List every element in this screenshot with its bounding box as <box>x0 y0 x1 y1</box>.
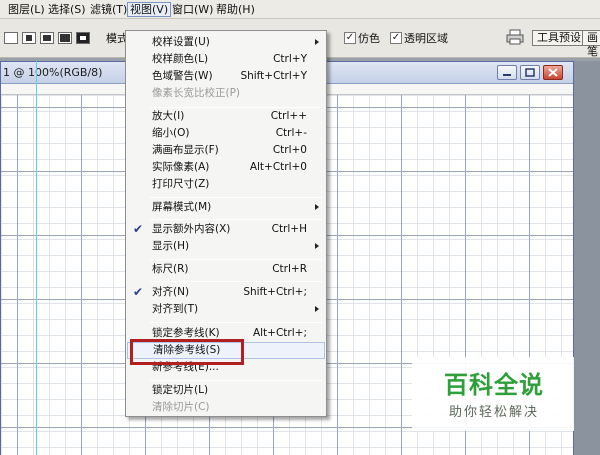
menu-item-label: 满画布显示(F) <box>152 144 219 156</box>
dither-label: 仿色 <box>358 32 380 45</box>
menu-item-show-extras[interactable]: ✔ 显示额外内容(X) Ctrl+H <box>127 221 325 238</box>
submenu-arrow-icon <box>315 306 319 312</box>
menu-window[interactable]: 窗口(W) <box>170 2 215 17</box>
menu-item-zoom-in[interactable]: 放大(I) Ctrl++ <box>127 108 325 125</box>
menu-item-label: 屏幕模式(M) <box>152 201 212 213</box>
menu-item-label: 显示(H) <box>152 240 190 252</box>
menu-item-shortcut: Ctrl+Y <box>273 53 307 65</box>
guide-line[interactable] <box>36 61 37 455</box>
printer-icon[interactable] <box>506 29 524 45</box>
menu-item-zoom-out[interactable]: 缩小(O) Ctrl+- <box>127 125 325 142</box>
menu-item-shortcut: Alt+Ctrl+0 <box>249 161 307 173</box>
menu-item-label: 对齐到(T) <box>152 303 199 315</box>
document-title: 1 @ 100%(RGB/8) <box>3 66 103 79</box>
menu-separator <box>150 259 322 260</box>
menu-item-label: 校样设置(U) <box>152 36 210 48</box>
menu-item-clear-slices: 清除切片(C) <box>127 399 325 416</box>
watermark-title: 百科全说 <box>444 371 544 399</box>
menu-item-label: 缩小(O) <box>152 127 190 139</box>
menu-bar: 图层(L) 选择(S) 滤镜(T) 视图(V) 窗口(W) 帮助(H) <box>0 0 600 19</box>
menu-item-label: 色域警告(W) <box>152 70 213 82</box>
menu-item-label: 实际像素(A) <box>152 161 210 173</box>
menu-item-label: 标尺(R) <box>152 263 189 275</box>
transparency-checkbox[interactable]: ✓ <box>390 32 402 44</box>
selection-mode-subtract-icon[interactable] <box>40 32 54 44</box>
menu-separator <box>150 197 322 198</box>
restore-button[interactable] <box>520 65 540 80</box>
menu-item-proof-setup[interactable]: 校样设置(U) <box>127 34 325 51</box>
selection-mode-inverse-icon[interactable] <box>76 32 90 44</box>
menu-item-label: 显示额外内容(X) <box>152 223 231 235</box>
menu-item-shortcut: Ctrl+0 <box>272 144 307 156</box>
menu-separator <box>150 322 322 323</box>
menu-item-shortcut: Alt+Ctrl+; <box>252 327 307 339</box>
menu-item-fit-on-screen[interactable]: 满画布显示(F) Ctrl+0 <box>127 142 325 159</box>
dither-checkbox[interactable]: ✓ <box>344 32 356 44</box>
selection-mode-add-icon[interactable] <box>22 32 36 44</box>
menu-layer[interactable]: 图层(L) <box>6 2 47 17</box>
submenu-arrow-icon <box>315 204 319 210</box>
menu-item-show[interactable]: 显示(H) <box>127 238 325 255</box>
tool-presets-button[interactable]: 工具预设 <box>532 30 586 46</box>
selection-mode-intersect-icon[interactable] <box>58 32 72 44</box>
menu-view[interactable]: 视图(V) <box>127 2 172 17</box>
menu-separator <box>150 219 322 220</box>
menu-item-label: 清除切片(C) <box>152 401 210 413</box>
menu-item-actual-pixels[interactable]: 实际像素(A) Alt+Ctrl+0 <box>127 159 325 176</box>
menu-item-pixel-aspect-correction: 像素长宽比校正(P) <box>127 85 325 102</box>
menu-item-shortcut: Shift+Ctrl+; <box>243 286 307 298</box>
menu-item-rulers[interactable]: 标尺(R) Ctrl+R <box>127 261 325 278</box>
close-button[interactable] <box>543 65 563 80</box>
menu-item-label: 像素长宽比校正(P) <box>152 87 241 99</box>
annotation-highlight-box <box>130 339 244 365</box>
close-icon <box>548 68 558 77</box>
menu-help[interactable]: 帮助(H) <box>214 2 257 17</box>
menu-item-lock-slices[interactable]: 锁定切片(L) <box>127 382 325 399</box>
watermark-subtitle: 助你轻松解决 <box>448 405 539 420</box>
menu-item-label: 校样颜色(L) <box>152 53 209 65</box>
checkmark-icon: ✔ <box>133 285 144 299</box>
menu-item-shortcut: Ctrl+H <box>271 223 307 235</box>
restore-icon <box>525 68 535 77</box>
menu-item-shortcut: Ctrl++ <box>270 110 307 122</box>
menu-item-label: 打印尺寸(Z) <box>152 178 210 190</box>
menu-item-shortcut: Shift+Ctrl+Y <box>240 70 307 82</box>
selection-mode-new-icon[interactable] <box>4 32 18 44</box>
menu-filter[interactable]: 滤镜(T) <box>88 2 129 17</box>
menu-item-gamut-warning[interactable]: 色域警告(W) Shift+Ctrl+Y <box>127 68 325 85</box>
menu-item-screen-mode[interactable]: 屏幕模式(M) <box>127 199 325 216</box>
menu-item-shortcut: Ctrl+R <box>272 263 307 275</box>
menu-item-label: 放大(I) <box>152 110 185 122</box>
menu-item-snap[interactable]: ✔ 对齐(N) Shift+Ctrl+; <box>127 284 325 301</box>
menu-select[interactable]: 选择(S) <box>46 2 88 17</box>
menu-item-snap-to[interactable]: 对齐到(T) <box>127 301 325 318</box>
checkmark-icon: ✔ <box>133 222 144 236</box>
watermark: 百科全说 助你轻松解决 <box>412 357 574 431</box>
panel-dock-edge <box>574 61 600 455</box>
submenu-arrow-icon <box>315 243 319 249</box>
submenu-arrow-icon <box>315 39 319 45</box>
minimize-icon <box>503 74 511 76</box>
menu-item-label: 锁定切片(L) <box>152 384 209 396</box>
brushes-button[interactable]: 画笔 <box>582 30 600 58</box>
menu-item-proof-colors[interactable]: 校样颜色(L) Ctrl+Y <box>127 51 325 68</box>
minimize-button[interactable] <box>497 65 517 80</box>
menu-item-print-size[interactable]: 打印尺寸(Z) <box>127 176 325 193</box>
menu-item-shortcut: Ctrl+- <box>275 127 307 139</box>
menu-item-label: 对齐(N) <box>152 286 190 298</box>
menu-separator <box>150 380 322 381</box>
transparency-label: 透明区域 <box>404 32 448 45</box>
menu-separator <box>150 281 322 282</box>
